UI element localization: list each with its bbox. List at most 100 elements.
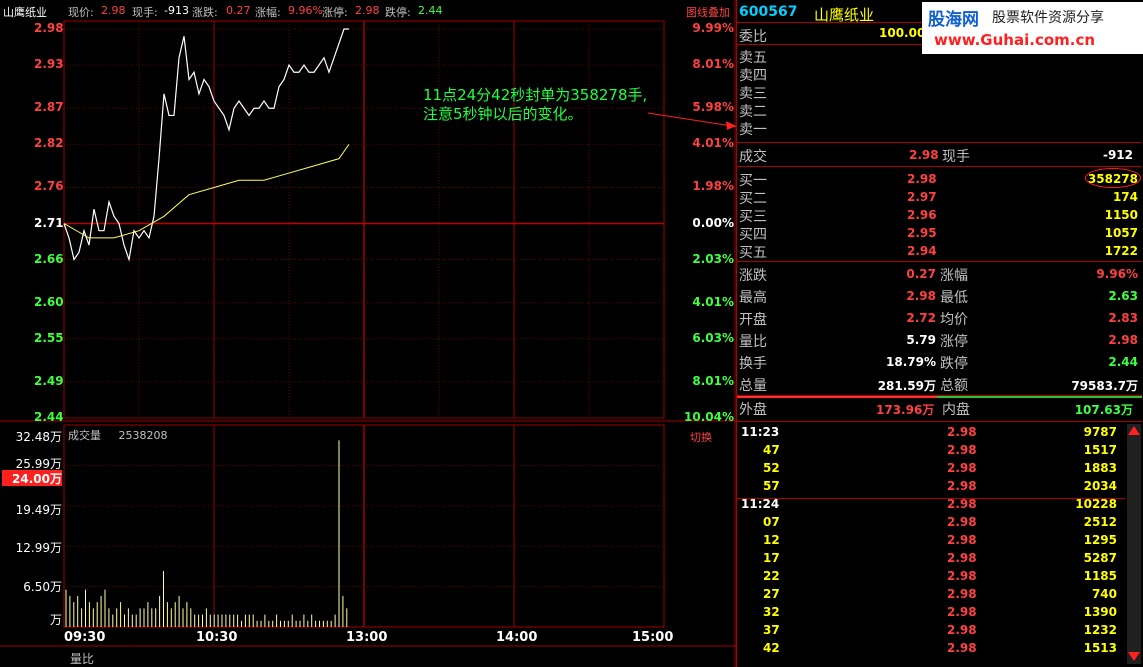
scroll-up-icon[interactable]: [1128, 426, 1140, 435]
stat-label: 最高: [739, 290, 767, 306]
outer-inner-row: 外盘 173.96万 内盘 107.63万: [739, 402, 1133, 418]
stat-value: 2.44: [1108, 355, 1138, 369]
price-axis-label: 2.87: [34, 100, 64, 115]
buy-level-label: 买三: [739, 209, 767, 225]
stat-label: 开盘: [739, 312, 767, 328]
stat-label: 涨跌: [739, 268, 767, 284]
stat-value: 0.27: [906, 267, 936, 281]
tick-volume: 1883: [1083, 461, 1117, 475]
tick-time: 32: [763, 605, 780, 619]
percent-axis-label: 8.01%: [692, 57, 734, 72]
tick-time: 11:24: [741, 497, 780, 511]
stock-code: 600567: [739, 4, 798, 20]
switch-button[interactable]: 切换: [690, 429, 712, 445]
buy-level-label: 买二: [739, 191, 767, 207]
volume-axis-label: 万: [49, 613, 62, 627]
stat-label: 总量: [739, 378, 767, 394]
percent-axis-label: 4.01%: [692, 136, 734, 151]
volume-ratio-tab[interactable]: 量比: [70, 650, 94, 667]
price-axis-label: 2.66: [34, 251, 64, 266]
scroll-down-icon[interactable]: [1128, 652, 1140, 661]
price-axis-label: 2.76: [34, 179, 64, 194]
quote-panel: 600567 山鹰纸业 委比 100.00 卖五 卖四 卖三 卖二 卖一 成交 2.98…: [736, 0, 1143, 667]
stat-value: 2.63: [1108, 289, 1138, 303]
percent-axis-label: 0.00%: [692, 215, 734, 230]
watermark: 股海网 股票软件资源分享 www.Guhai.com.cn: [922, 2, 1143, 54]
volume-bars: [65, 440, 348, 627]
time-axis-label: 13:00: [346, 630, 388, 645]
stat-value: 79583.7万: [1071, 379, 1138, 393]
price-axis-label: 2.55: [34, 330, 64, 345]
watermark-slogan: 股票软件资源分享: [992, 10, 1104, 26]
percent-axis-label: 2.03%: [692, 251, 734, 266]
tick-volume: 1295: [1083, 533, 1117, 547]
tick-time: 27: [763, 587, 780, 601]
tick-volume: 740: [1091, 587, 1117, 601]
percent-axis-label: 10.04%: [684, 410, 734, 424]
annotation-line-2: 注意5秒钟以后的变化。: [423, 105, 583, 123]
percent-axis-label: 5.98%: [692, 100, 734, 115]
highlight-circle: [1085, 168, 1141, 188]
volume-axis-label: 6.50万: [23, 580, 62, 594]
tick-price: 2.98: [947, 623, 977, 637]
buy-level-label: 买五: [739, 245, 767, 261]
buy-level-price: 2.94: [907, 244, 937, 258]
tick-time: 37: [763, 623, 780, 637]
tick-volume: 9787: [1083, 425, 1117, 439]
percent-axis-label: 9.99%: [692, 21, 734, 35]
price-axis-label: 2.60: [34, 294, 64, 309]
tick-time: 57: [763, 479, 780, 493]
tick-price: 2.98: [947, 515, 977, 529]
watermark-logo: 股海网: [928, 10, 979, 30]
tick-time: 22: [763, 569, 780, 583]
volume-cursor-label: 24.00万: [2, 470, 62, 486]
tick-volume: 1517: [1083, 443, 1117, 457]
time-axis-label: 10:30: [196, 630, 238, 645]
stat-label: 最低: [940, 290, 968, 306]
stat-value: 9.96%: [1096, 267, 1138, 281]
volume-header: 成交量 2538208: [68, 427, 168, 443]
tick-time: 11:23: [741, 425, 780, 439]
tick-price: 2.98: [947, 497, 977, 511]
stat-value: 18.79%: [886, 355, 936, 369]
buy-level-volume: 1150: [1104, 208, 1138, 222]
stat-value: 2.72: [906, 311, 936, 325]
tick-volume: 1185: [1083, 569, 1117, 583]
stat-label: 涨幅: [940, 268, 968, 284]
price-axis-label: 2.93: [34, 57, 64, 72]
sell-level-label: 卖三: [739, 86, 767, 102]
time-axis-label: 15:00: [632, 630, 674, 645]
volume-axis-label: 32.48万: [15, 430, 62, 444]
watermark-url: www.Guhai.com.cn: [934, 31, 1096, 49]
tick-price: 2.98: [947, 605, 977, 619]
buy-level-price: 2.96: [907, 208, 937, 222]
time-axis-label: 09:30: [64, 630, 106, 645]
tick-time: 42: [763, 641, 780, 655]
stat-label: 量比: [739, 334, 767, 350]
stat-value: 2.98: [906, 289, 936, 303]
tick-scrollbar[interactable]: [1127, 424, 1141, 664]
tick-price: 2.98: [947, 461, 977, 475]
annotation-text: 11点24分42秒封单为358278手, 注意5秒钟以后的变化。: [423, 86, 647, 124]
sell-level-label: 卖四: [739, 68, 767, 84]
buy-level-volume: 1722: [1104, 244, 1138, 258]
price-axis-label: 2.82: [34, 136, 64, 151]
sell-level-label: 卖二: [739, 104, 767, 120]
sell-level-label: 卖五: [739, 50, 767, 66]
tick-price: 2.98: [947, 533, 977, 547]
tick-volume: 2034: [1083, 479, 1117, 493]
stat-value: 2.98: [1108, 333, 1138, 347]
price-axis-label: 2.98: [34, 21, 64, 35]
tick-volume: 5287: [1083, 551, 1117, 565]
volume-axis-label: 12.99万: [15, 541, 62, 555]
buy-level-price: 2.95: [907, 226, 937, 240]
percent-axis-label: 4.01%: [692, 294, 734, 309]
tick-time: 47: [763, 443, 780, 457]
tick-price: 2.98: [947, 479, 977, 493]
time-axis-label: 14:00: [496, 630, 538, 645]
tick-volume: 10228: [1075, 497, 1117, 511]
price-axis-label: 2.71: [34, 215, 64, 230]
stat-label: 涨停: [940, 334, 968, 350]
tick-time: 52: [763, 461, 780, 475]
stat-label: 换手: [739, 356, 767, 372]
